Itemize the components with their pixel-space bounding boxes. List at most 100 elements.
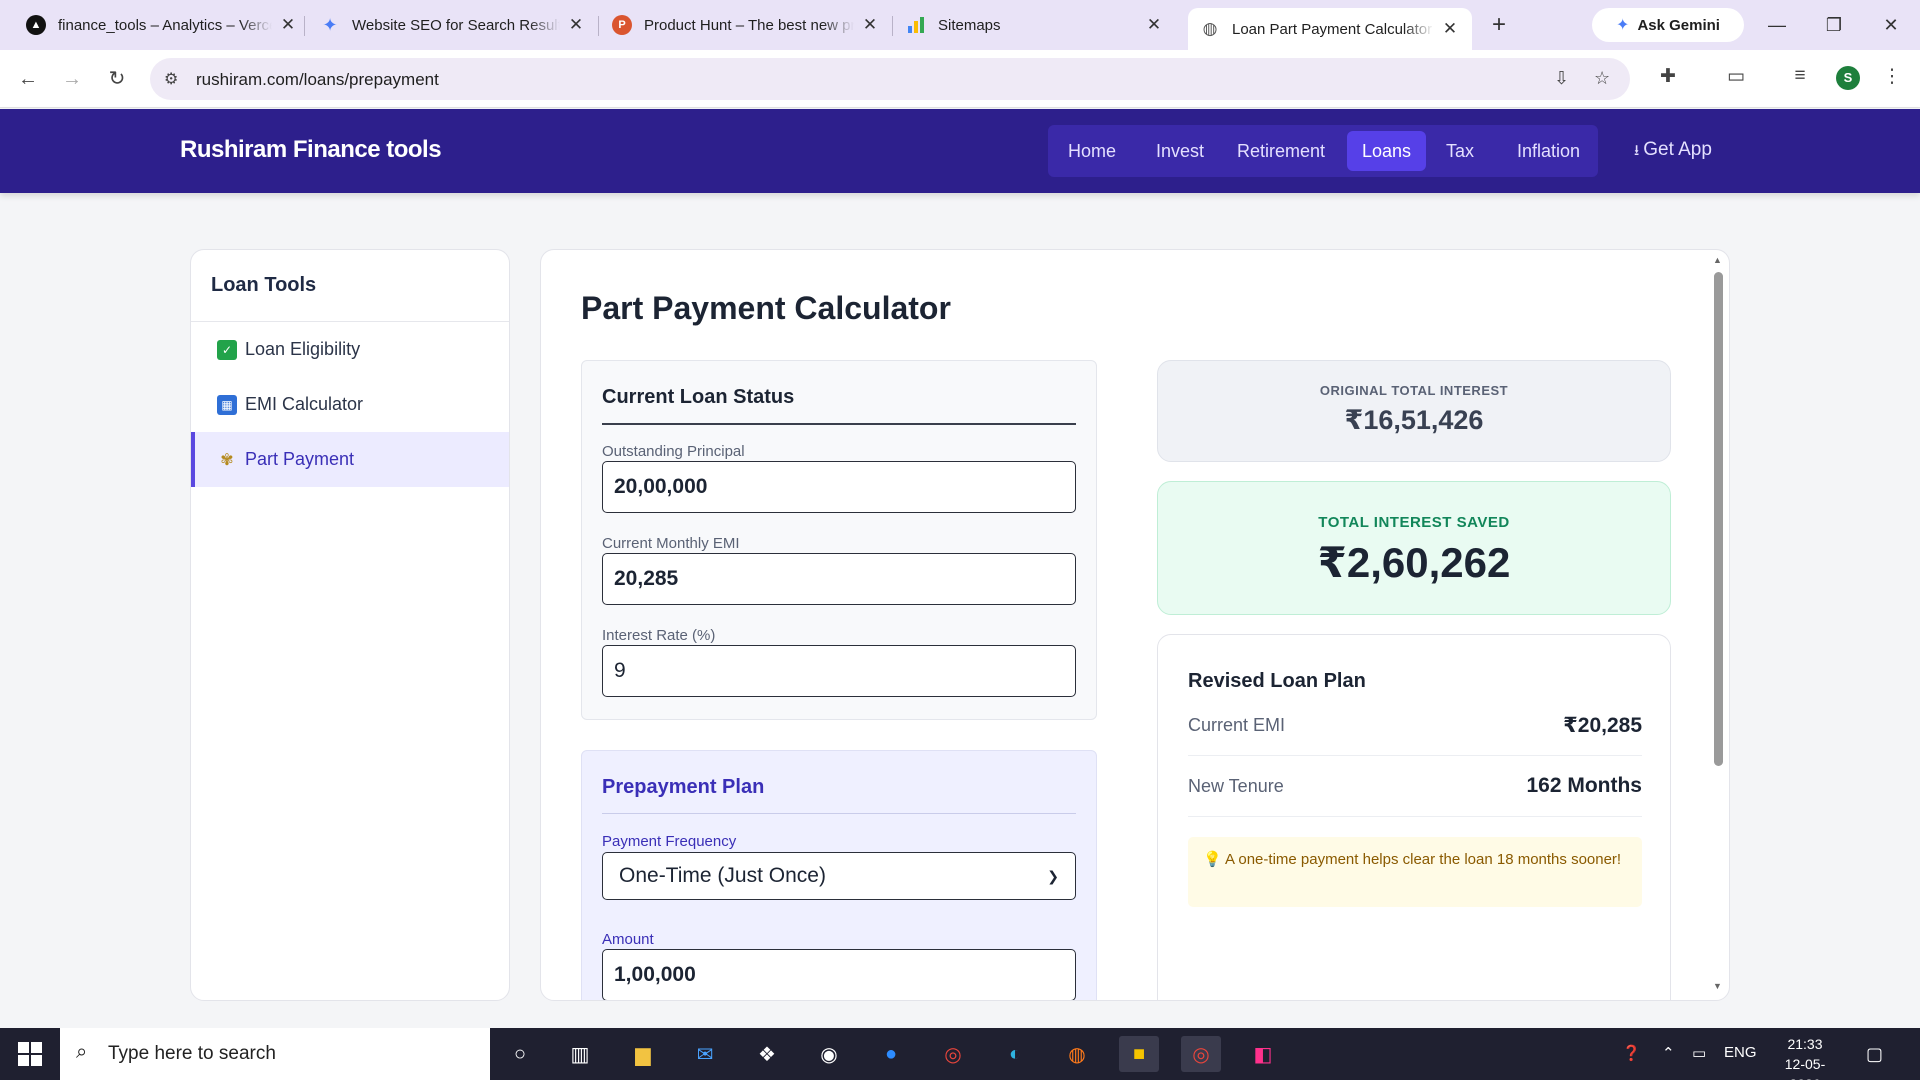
payment-frequency-select[interactable]: One-Time (Just Once) ❯ [602, 852, 1076, 900]
windows-start-icon[interactable] [18, 1042, 42, 1066]
browser-tab[interactable]: P Product Hunt – The best new products ✕ [600, 8, 892, 42]
scroll-down-arrow-icon[interactable]: ▼ [1713, 981, 1722, 991]
zoom-icon[interactable]: ● [871, 1036, 911, 1072]
prepayment-amount-input[interactable]: 1,00,000 [602, 949, 1076, 1000]
bookmark-star-icon[interactable]: ☆ [1594, 68, 1610, 89]
gemini-icon: ✦ [322, 14, 338, 35]
savings-tip: 💡 A one-time payment helps clear the loa… [1188, 837, 1642, 907]
money-icon: ✾ [220, 451, 234, 469]
close-tab-icon[interactable]: ✕ [1440, 19, 1460, 39]
taskbar-search[interactable]: ⌕ Type here to search [60, 1028, 490, 1080]
url-text[interactable]: rushiram.com/loans/prepayment [196, 70, 439, 90]
search-icon: ⌕ [76, 1041, 88, 1063]
interest-saved-value: ₹2,60,262 [1317, 539, 1511, 586]
notifications-icon[interactable]: ▢ [1866, 1044, 1883, 1065]
current-emi-row: Current EMI ₹20,285 [1188, 695, 1642, 756]
original-interest-label: ORIGINAL TOTAL INTEREST [1319, 383, 1509, 398]
extensions-icon[interactable]: ✚ [1654, 65, 1682, 88]
task-view-icon[interactable]: ▥ [560, 1036, 600, 1072]
restore-icon[interactable]: ❐ [1814, 8, 1854, 42]
outstanding-principal-input[interactable]: 20,00,000 [602, 461, 1076, 513]
globe-icon: ◍ [1202, 19, 1218, 38]
page-title: Part Payment Calculator [581, 290, 951, 326]
current-loan-status-panel: Current Loan Status Outstanding Principa… [581, 360, 1097, 720]
interest-saved-label: TOTAL INTEREST SAVED [1318, 514, 1510, 531]
cortana-icon[interactable]: ○ [500, 1036, 540, 1072]
sidebar-item-loan-eligibility[interactable]: ✓ Loan Eligibility [191, 322, 509, 377]
interest-rate-label: Interest Rate (%) [602, 627, 716, 644]
prepayment-plan-panel: Prepayment Plan Payment Frequency One-Ti… [581, 750, 1097, 1000]
profile-avatar[interactable]: S [1836, 66, 1860, 90]
media-control-icon[interactable]: ≡ [1786, 65, 1814, 87]
gemini-icon: ✦ [1616, 17, 1630, 34]
minimize-icon[interactable]: — [1757, 8, 1797, 42]
get-app-button[interactable]: ⭳ Get App [1634, 139, 1712, 165]
tray-chevron-icon[interactable]: ⌃ [1662, 1044, 1675, 1062]
sidebar-item-emi-calculator[interactable]: ▦ EMI Calculator [191, 377, 509, 432]
abacus-icon: ▦ [217, 394, 237, 415]
sidebar-title: Loan Tools [191, 250, 509, 322]
section-heading: Current Loan Status [602, 386, 1076, 425]
interest-rate-input[interactable]: 9 [602, 645, 1076, 697]
frequency-label: Payment Frequency [602, 833, 737, 850]
new-tab-button[interactable]: + [1484, 10, 1514, 40]
browser-tab[interactable]: Sitemaps ✕ [894, 8, 1176, 42]
nav-inflation[interactable]: Inflation [1502, 131, 1595, 171]
browser-toolbar: ← → ↻ ⚙ rushiram.com/loans/prepayment ⇩ … [0, 50, 1920, 108]
nav-home[interactable]: Home [1053, 131, 1131, 171]
site-brand[interactable]: Rushiram Finance tools [180, 136, 442, 164]
tab-separator [598, 16, 599, 36]
intellij-icon[interactable]: ◧ [1243, 1036, 1283, 1072]
monthly-emi-input[interactable]: 20,285 [602, 553, 1076, 605]
sticky-notes-icon[interactable]: ■ [1119, 1036, 1159, 1072]
close-tab-icon[interactable]: ✕ [566, 15, 586, 35]
close-tab-icon[interactable]: ✕ [860, 15, 880, 35]
battery-icon[interactable]: ▭ [1692, 1044, 1706, 1062]
browser-tab-active[interactable]: ◍ Loan Part Payment Calculator | Rushira… [1188, 8, 1472, 50]
mail-icon[interactable]: ✉ [685, 1036, 725, 1072]
nav-loans[interactable]: Loans [1347, 131, 1427, 171]
chrome-icon[interactable]: ◎ [933, 1036, 973, 1072]
check-box-icon: ✓ [217, 339, 237, 360]
section-heading: Prepayment Plan [602, 776, 1076, 814]
dropbox-icon[interactable]: ❖ [747, 1036, 787, 1072]
interest-saved-card: TOTAL INTEREST SAVED ₹2,60,262 [1157, 481, 1671, 615]
file-explorer-icon[interactable]: ▆ [623, 1036, 663, 1072]
calculator-card: Part Payment Calculator Current Loan Sta… [540, 249, 1730, 1001]
address-bar[interactable]: ⚙ rushiram.com/loans/prepayment ⇩ ☆ [150, 58, 1630, 100]
nav-retirement[interactable]: Retirement [1222, 131, 1340, 171]
install-app-icon[interactable]: ⇩ [1554, 68, 1569, 89]
edge-icon[interactable]: ◐ [995, 1036, 1035, 1072]
clock[interactable]: 21:33 12-05-2026 [1770, 1034, 1840, 1080]
back-icon[interactable]: ← [13, 64, 43, 94]
amount-label: Amount [602, 931, 654, 948]
sidebar-item-part-payment[interactable]: ✾ Part Payment [191, 432, 509, 487]
nav-invest[interactable]: Invest [1141, 131, 1219, 171]
close-tab-icon[interactable]: ✕ [278, 15, 298, 35]
ask-gemini-button[interactable]: ✦ Ask Gemini [1592, 8, 1744, 42]
forward-icon[interactable]: → [57, 64, 87, 94]
firefox-icon[interactable]: ◍ [1057, 1036, 1097, 1072]
lightbulb-icon: 💡 [1203, 851, 1222, 868]
nav-tax[interactable]: Tax [1431, 131, 1489, 171]
loan-tools-sidebar: Loan Tools ✓ Loan Eligibility ▦ EMI Calc… [190, 249, 510, 1001]
scroll-up-arrow-icon[interactable]: ▲ [1713, 255, 1722, 265]
github-icon[interactable]: ◉ [809, 1036, 849, 1072]
scrollbar-thumb[interactable] [1714, 272, 1723, 766]
close-window-icon[interactable]: ✕ [1871, 8, 1911, 42]
windows-taskbar: ⌕ Type here to search ○ ▥ ▆ ✉ ❖ ◉ ● ◎ ◐ … [0, 1028, 1920, 1080]
chrome-active-icon[interactable]: ◎ [1181, 1036, 1221, 1072]
reload-icon[interactable]: ↻ [102, 64, 132, 94]
language-indicator[interactable]: ENG [1724, 1044, 1757, 1061]
help-icon[interactable]: ❓ [1622, 1044, 1641, 1062]
browser-tab[interactable]: ✦ Website SEO for Search Results ✕ [308, 8, 598, 42]
close-tab-icon[interactable]: ✕ [1144, 15, 1164, 35]
original-interest-value: ₹16,51,426 [1344, 405, 1484, 435]
browser-tab[interactable]: ▲ finance_tools – Analytics – Vercel ✕ [14, 8, 310, 42]
tab-search-icon[interactable]: ▭ [1722, 65, 1750, 88]
menu-icon[interactable]: ⋮ [1878, 65, 1906, 88]
original-interest-card: ORIGINAL TOTAL INTEREST ₹16,51,426 [1157, 360, 1671, 462]
revised-plan-heading: Revised Loan Plan [1188, 670, 1366, 692]
tab-separator [304, 16, 305, 36]
site-info-icon[interactable]: ⚙ [164, 69, 178, 89]
